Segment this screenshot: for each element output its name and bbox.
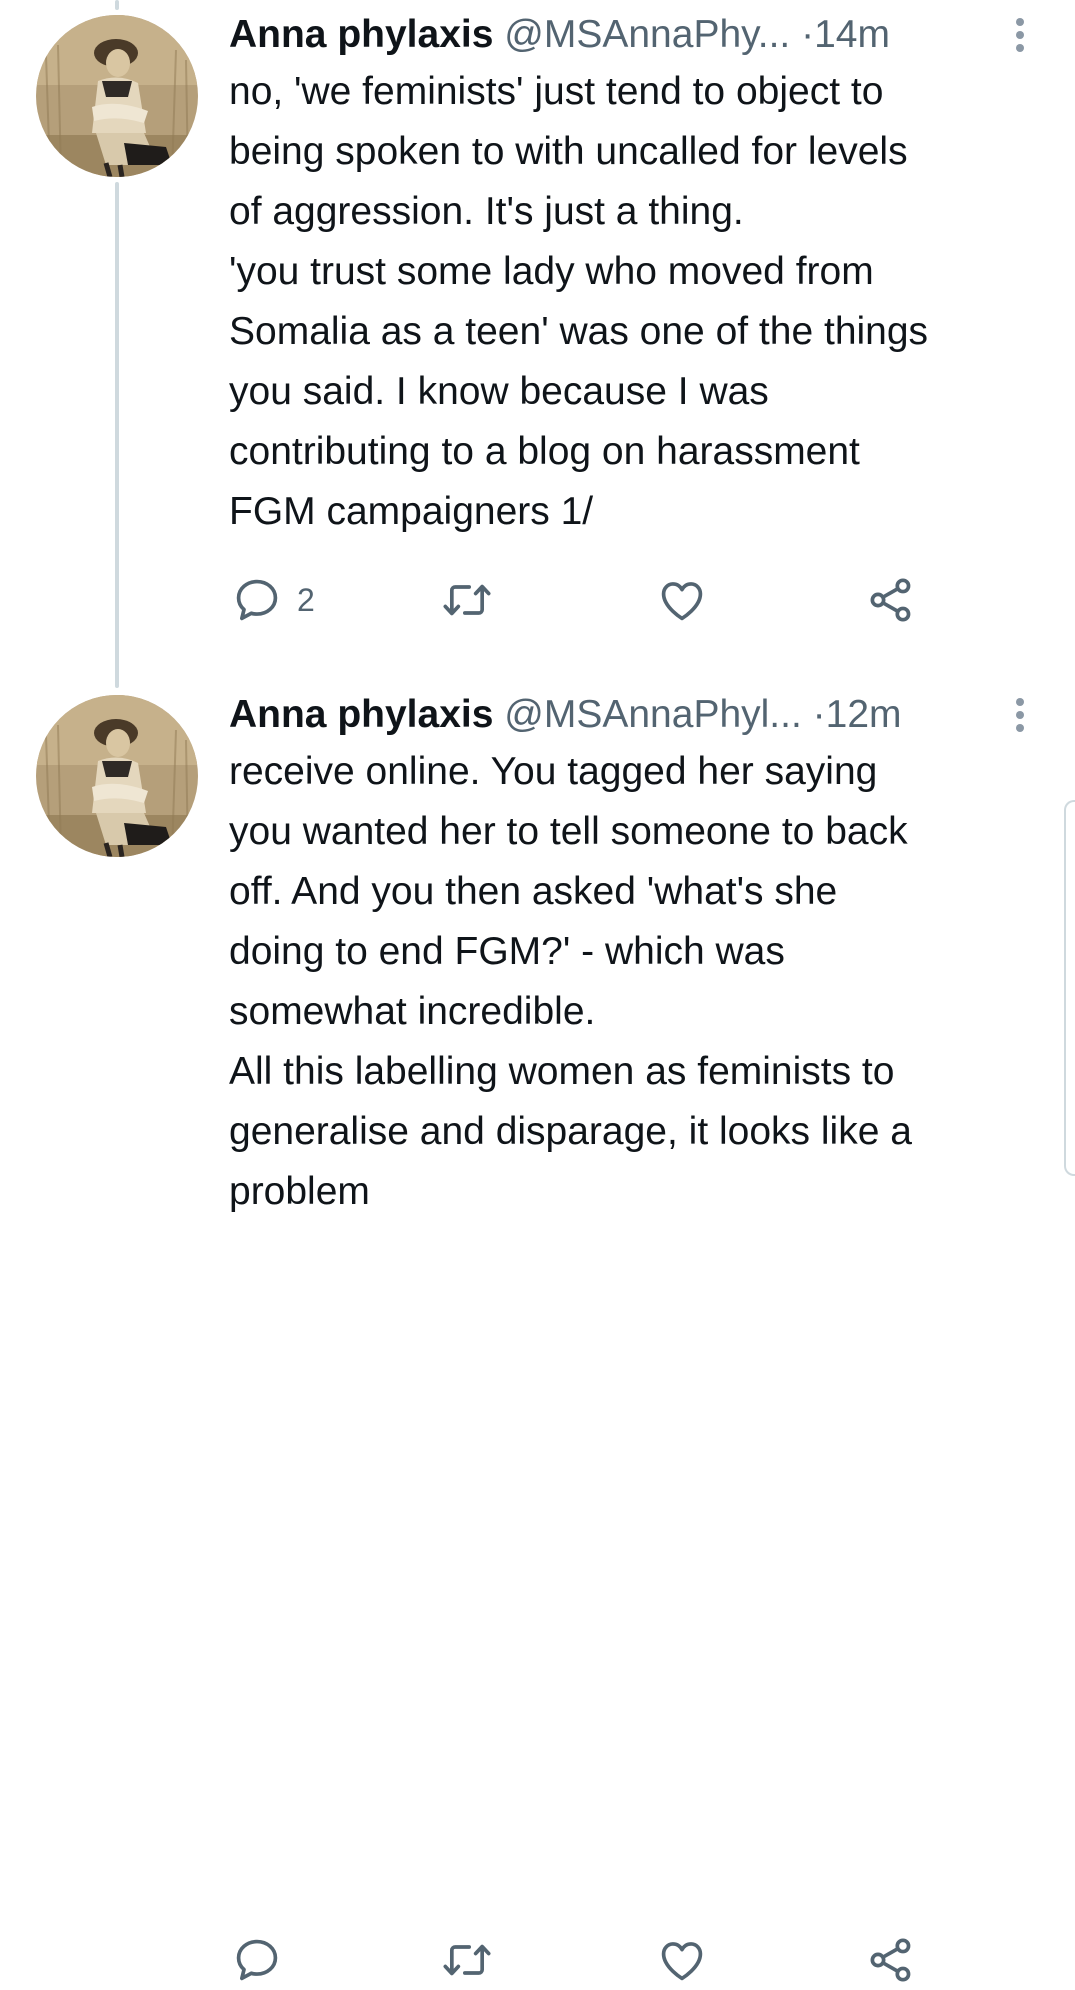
retweet-icon	[443, 584, 491, 616]
author-name[interactable]: Anna phylaxis	[229, 13, 493, 56]
tweet-text-line: All this labelling women as feminists to	[229, 1050, 895, 1093]
heart-icon	[661, 582, 703, 621]
tweet-text-line: generalise and disparage, it looks like …	[229, 1110, 912, 1153]
share-button[interactable]	[865, 1930, 917, 1990]
tweet-header: Anna phylaxis @MSAnnaPhy... ·14m	[229, 10, 1029, 60]
tweet-text-line: off. And you then asked 'what's she	[229, 870, 838, 913]
more-options-button[interactable]	[1007, 14, 1033, 58]
separator-dot: ·	[812, 693, 826, 736]
tweet-text-line: receive online. You tagged her saying	[229, 750, 878, 793]
tweet-text-line: Somalia as a teen' was one of the things	[229, 310, 929, 353]
reply-icon	[236, 579, 278, 621]
retweet-button[interactable]	[439, 570, 495, 630]
tweet-text-line: you wanted her to tell someone to back	[229, 810, 908, 853]
tweet-text-line: 'you trust some lady who moved from	[229, 250, 874, 293]
reply-button[interactable]: 2	[231, 570, 315, 630]
tweet-text-line: FGM campaigners 1/	[229, 490, 594, 533]
tweet-text-line: problem	[229, 1170, 370, 1213]
reply-count: 2	[297, 581, 315, 618]
more-vertical-icon	[1016, 698, 1024, 706]
vintage-photo-avatar-icon	[36, 695, 198, 857]
tweet-text: no, 'we feminists' just tend to object t…	[229, 62, 1049, 542]
timestamp[interactable]: 12m	[826, 693, 902, 736]
tweet-text: receive online. You tagged her saying yo…	[229, 742, 1049, 1222]
share-icon	[870, 1938, 911, 1982]
tweet-text-line: of aggression. It's just a thing.	[229, 190, 744, 233]
heart-icon	[661, 1942, 703, 1981]
tweet-text-line: you said. I know because I was	[229, 370, 769, 413]
like-button[interactable]	[655, 1930, 709, 1990]
more-vertical-icon	[1016, 18, 1024, 26]
tweet-text-line: doing to end FGM?' - which was	[229, 930, 785, 973]
retweet-button[interactable]	[439, 1930, 495, 1990]
timestamp[interactable]: 14m	[814, 13, 890, 56]
more-options-button[interactable]	[1007, 694, 1033, 738]
vintage-photo-avatar-icon	[36, 15, 198, 177]
tweet-actions	[229, 1930, 1009, 1990]
share-icon	[870, 578, 911, 622]
thread-connector-top	[115, 0, 119, 10]
retweet-icon	[443, 1944, 491, 1976]
tweet-text-line: contributing to a blog on harassment	[229, 430, 860, 473]
avatar[interactable]	[36, 695, 198, 857]
author-handle[interactable]: @MSAnnaPhyl...	[504, 693, 802, 736]
author-handle[interactable]: @MSAnnaPhy...	[504, 13, 790, 56]
tweet-text-line: being spoken to with uncalled for levels	[229, 130, 908, 173]
tweet-actions: 2	[229, 570, 1009, 630]
reply-icon	[236, 1939, 278, 1981]
reply-button[interactable]	[231, 1930, 297, 1990]
tweet-text-line: no, 'we feminists' just tend to object t…	[229, 70, 884, 113]
like-button[interactable]	[655, 570, 709, 630]
tweet-header: Anna phylaxis @MSAnnaPhyl... ·12m	[229, 690, 1029, 740]
thread-connector	[115, 182, 119, 688]
tweet-text-line: somewhat incredible.	[229, 990, 596, 1033]
share-button[interactable]	[865, 570, 917, 630]
separator-dot: ·	[801, 13, 815, 56]
scrollbar[interactable]	[1064, 800, 1075, 1176]
author-name[interactable]: Anna phylaxis	[229, 693, 493, 736]
avatar[interactable]	[36, 15, 198, 177]
